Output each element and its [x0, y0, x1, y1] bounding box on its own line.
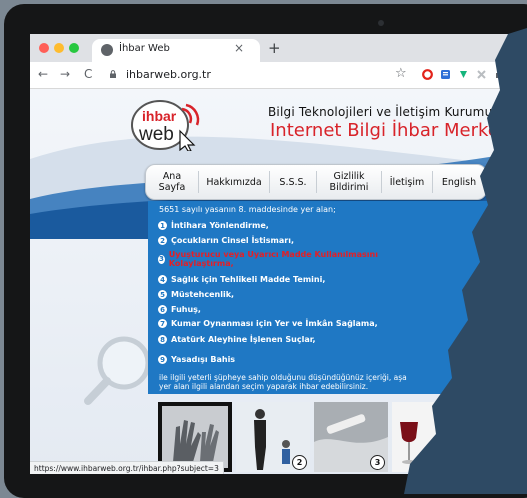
thumbnail-wine[interactable] — [392, 402, 466, 472]
main-nav: Ana Sayfa Hakkımızda S.S.S. Gizlilik Bil… — [145, 164, 487, 200]
category-label: Müstehcenlik, — [171, 290, 235, 299]
category-label: İntihara Yönlendirme, — [171, 221, 269, 230]
category-link[interactable]: 1 İntihara Yönlendirme, — [158, 221, 269, 230]
browser-window: İhbar Web × + ← → C ihbarweb.org.tr ☆ ih… — [30, 34, 527, 474]
status-bar-url: https://www.ihbarweb.org.tr/ihbar.php?su… — [30, 461, 224, 474]
wine-image — [392, 402, 466, 472]
number-badge: 4 — [158, 275, 167, 284]
nav-english[interactable]: English — [433, 165, 485, 199]
svg-text:web: web — [138, 124, 174, 145]
number-badge: 9 — [158, 355, 167, 364]
opera-icon[interactable] — [422, 69, 433, 80]
bookmark-star-icon[interactable]: ☆ — [395, 66, 407, 81]
number-badge: 7 — [158, 319, 167, 328]
extension-docs-icon[interactable] — [440, 69, 451, 80]
number-badge: 5 — [158, 290, 167, 299]
tab-close-icon[interactable]: × — [234, 41, 244, 55]
number-badge: 2 — [158, 236, 167, 245]
new-tab-button[interactable]: + — [268, 39, 281, 57]
nav-contact[interactable]: İletişim — [382, 165, 432, 199]
reload-icon[interactable]: C — [84, 67, 92, 81]
category-link[interactable]: 5 Müstehcenlik, — [158, 290, 234, 299]
category-link-highlighted[interactable]: 3 Uyuşturucu veya Uyarıcı Madde Kullanıl… — [158, 250, 378, 268]
instructions-line: ile ilgili yeterli şüpheye sahip olduğun… — [159, 373, 407, 382]
back-icon[interactable]: ← — [38, 67, 48, 81]
url-field[interactable]: ihbarweb.org.tr — [126, 68, 211, 81]
intro-text: 5651 sayılı yasanın 8. maddesinde yer al… — [159, 205, 336, 214]
org-name: Bilgi Teknolojileri ve İletişim Kurumu — [268, 105, 493, 119]
globe-icon — [101, 44, 113, 56]
close-window-button[interactable] — [39, 43, 49, 53]
nav-faq[interactable]: S.S.S. — [270, 165, 316, 199]
category-link[interactable]: 6 Fuhuş, — [158, 305, 201, 314]
thumbnail-child[interactable]: 2 — [236, 402, 310, 472]
thumbnail-drugs[interactable]: 3 — [314, 402, 388, 472]
number-badge: 8 — [158, 335, 167, 344]
number-badge: 3 — [158, 254, 165, 264]
category-link[interactable]: 4 Sağlık için Tehlikeli Madde Temini, — [158, 275, 325, 284]
thumbnail-number: 3 — [370, 455, 385, 470]
browser-tab[interactable]: İhbar Web × — [92, 39, 260, 62]
category-label: Uyuşturucu veya Uyarıcı Madde Kullanılma… — [168, 250, 378, 268]
tab-bar: İhbar Web × + — [30, 34, 527, 62]
nav-about[interactable]: Hakkımızda — [199, 165, 269, 199]
category-link[interactable]: 2 Çocukların Cinsel İstismarı, — [158, 236, 294, 245]
site-name: Internet Bilgi İhbar Merkezi — [270, 120, 514, 141]
instructions-line: yer alan ilgili alandan seçim yaparak ih… — [159, 382, 369, 391]
category-label: Fuhuş, — [171, 305, 201, 314]
tab-title: İhbar Web — [119, 43, 170, 54]
svg-text:ihbar: ihbar — [142, 108, 177, 124]
laptop-frame: İhbar Web × + ← → C ihbarweb.org.tr ☆ ih… — [4, 4, 527, 498]
thumbnail-number: 2 — [292, 455, 307, 470]
extension-gray-icon[interactable] — [476, 69, 487, 80]
category-label: Çocukların Cinsel İstismarı, — [171, 236, 294, 245]
number-badge: 6 — [158, 305, 167, 314]
number-badge: 1 — [158, 221, 167, 230]
category-link[interactable]: 7 Kumar Oynanması için Yer ve İmkân Sağl… — [158, 319, 378, 328]
forward-icon[interactable]: → — [60, 67, 70, 81]
category-label: Kumar Oynanması için Yer ve İmkân Sağlam… — [171, 319, 378, 328]
ihbarweb-logo[interactable]: ihbar web — [130, 95, 202, 151]
minimize-window-button[interactable] — [54, 43, 64, 53]
report-categories-panel: 5651 sayılı yasanın 8. maddesinde yer al… — [148, 201, 493, 394]
nav-privacy[interactable]: Gizlilik Bildirimi — [317, 165, 381, 199]
extensions-puzzle-icon[interactable] — [494, 69, 505, 80]
nav-home[interactable]: Ana Sayfa — [146, 165, 198, 199]
lock-icon[interactable] — [109, 70, 117, 78]
category-label: Yasadışı Bahis — [171, 355, 236, 364]
maximize-window-button[interactable] — [69, 43, 79, 53]
category-label: Sağlık için Tehlikeli Madde Temini, — [171, 275, 326, 284]
category-label: Atatürk Aleyhine İşlenen Suçlar, — [171, 335, 316, 344]
extension-green-icon[interactable] — [458, 69, 469, 80]
web-page: ihbar web Bilgi Teknolojileri ve İletişi… — [30, 89, 527, 474]
address-bar: ← → C ihbarweb.org.tr ☆ — [30, 62, 527, 89]
instructions-text: ile ilgili yeterli şüpheye sahip olduğun… — [159, 373, 407, 391]
webcam — [378, 20, 384, 26]
category-link[interactable]: 8 Atatürk Aleyhine İşlenen Suçlar, — [158, 335, 316, 344]
category-link[interactable]: 9 Yasadışı Bahis — [158, 355, 235, 364]
